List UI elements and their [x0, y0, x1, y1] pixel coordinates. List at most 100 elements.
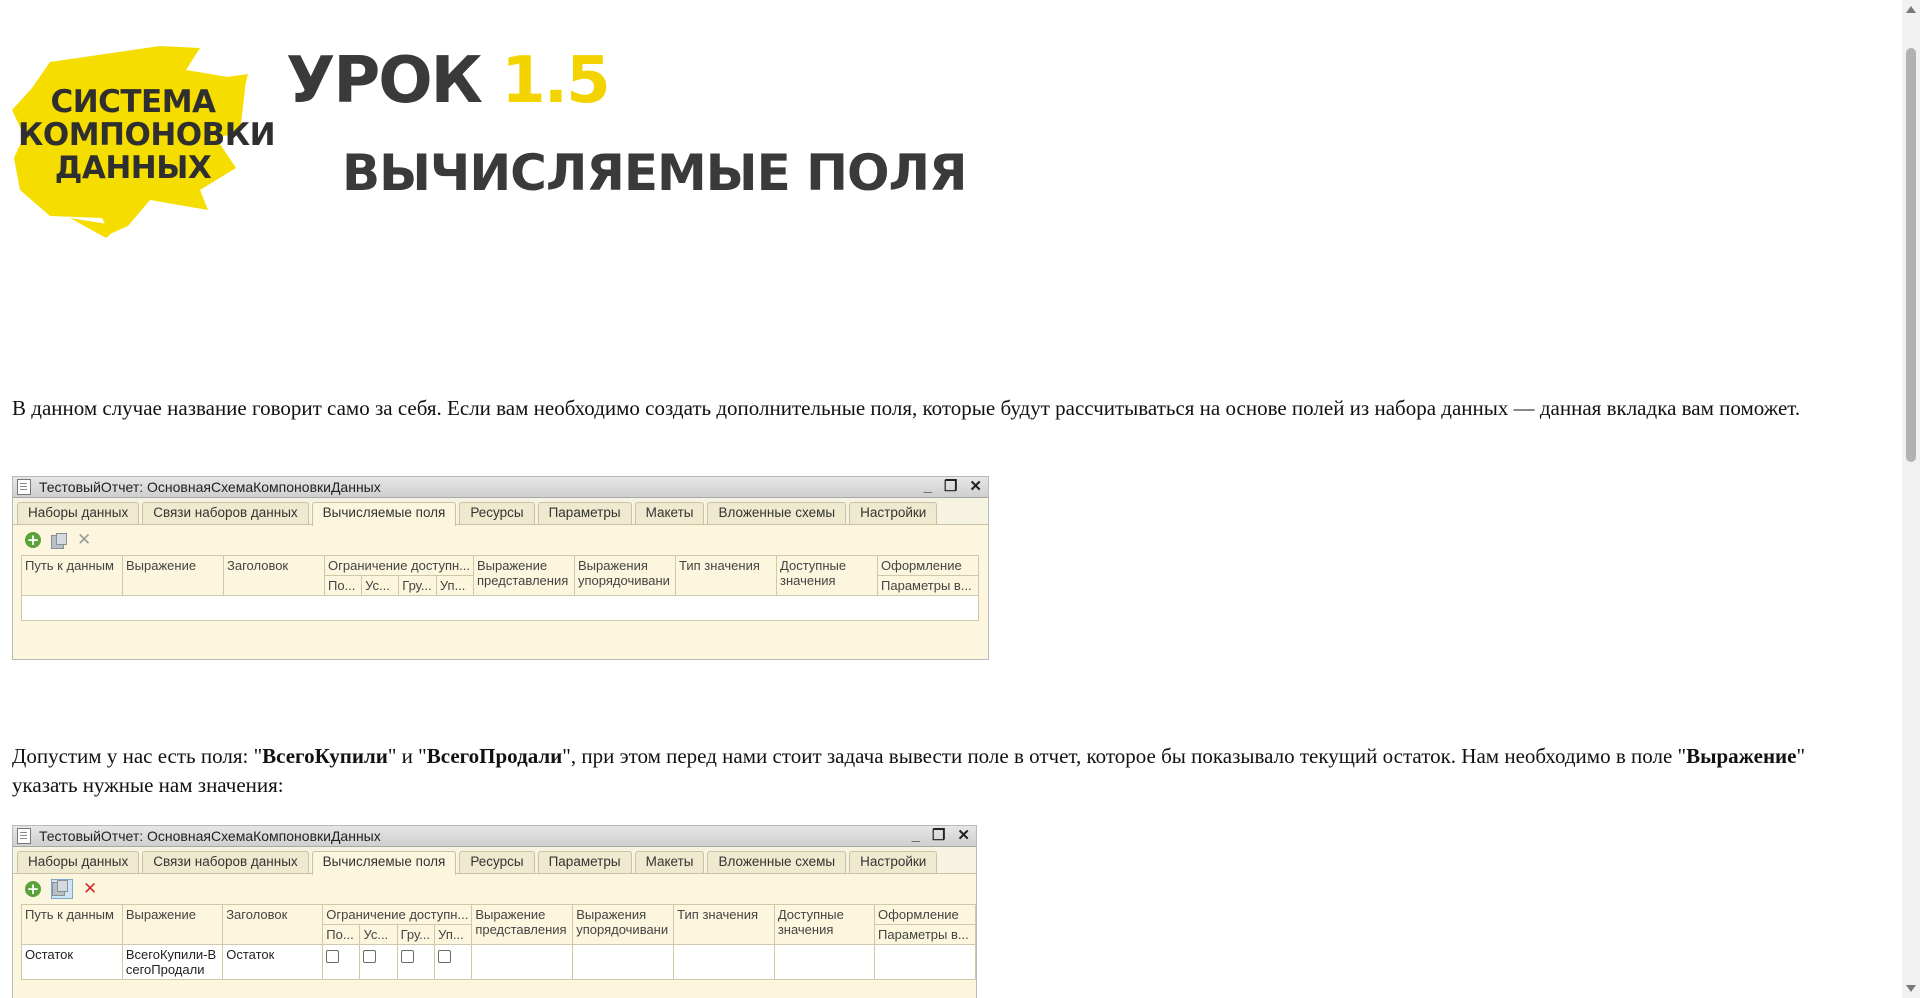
tab-templates[interactable]: Макеты: [634, 851, 705, 873]
page-scrollbar[interactable]: [1902, 0, 1920, 998]
cell-restrict-order[interactable]: [434, 944, 473, 980]
lesson-word: УРОК: [286, 44, 483, 118]
toolbar: + ✕: [13, 525, 988, 555]
col-value-type[interactable]: Тип значения: [675, 555, 778, 596]
tab-data-sets[interactable]: Наборы данных: [17, 502, 140, 524]
col-data-path[interactable]: Путь к данным: [21, 904, 123, 945]
col-order-expression[interactable]: Выражения упорядочивани: [574, 555, 677, 596]
tab-resources[interactable]: Ресурсы: [459, 851, 535, 873]
minimize-icon[interactable]: _: [912, 826, 920, 846]
checkbox[interactable]: [438, 950, 452, 963]
copy-icon[interactable]: [51, 879, 73, 899]
window-controls: _ ❐ ✕: [924, 477, 982, 497]
col-access-restriction[interactable]: Ограничение доступн...: [322, 904, 473, 925]
checkbox[interactable]: [400, 950, 414, 963]
window-title: ТестовыйОтчет: ОсновнаяСхемаКомпоновкиДа…: [39, 828, 381, 844]
scroll-up-arrow-icon[interactable]: [1906, 6, 1916, 13]
col-design-params[interactable]: Параметры в...: [874, 924, 976, 945]
col-restrict-condition[interactable]: Ус...: [361, 575, 400, 596]
course-logo: СИСТЕМА КОМПОНОВКИ ДАННЫХ: [10, 40, 276, 240]
cell-data-path[interactable]: Остаток: [21, 944, 123, 980]
close-icon[interactable]: ✕: [957, 826, 970, 846]
logo-text: СИСТЕМА КОМПОНОВКИ ДАННЫХ: [18, 84, 276, 185]
screenshot-window-empty: ТестовыйОтчет: ОсновнаяСхемаКомпоновкиДа…: [12, 476, 989, 660]
cell-presentation-expression[interactable]: [471, 944, 574, 980]
tab-templates[interactable]: Макеты: [634, 502, 705, 524]
document-icon: [17, 479, 31, 495]
cell-title[interactable]: Остаток: [222, 944, 324, 980]
col-available-values[interactable]: Доступные значения: [776, 555, 879, 596]
col-restrict-order[interactable]: Уп...: [435, 575, 475, 596]
restore-icon[interactable]: ❐: [944, 477, 957, 497]
add-icon[interactable]: +: [25, 881, 41, 897]
text-fragment: " и ": [387, 744, 427, 768]
tab-nested-schemas[interactable]: Вложенные схемы: [707, 851, 847, 873]
add-icon[interactable]: +: [25, 532, 41, 548]
scroll-down-arrow-icon[interactable]: [1906, 985, 1916, 992]
col-data-path[interactable]: Путь к данным: [21, 555, 123, 596]
col-order-expression[interactable]: Выражения упорядочивани: [572, 904, 675, 945]
checkbox[interactable]: [363, 950, 377, 963]
lesson-number: 1.5: [501, 44, 610, 118]
col-restrict-group[interactable]: Гру...: [398, 575, 437, 596]
text-fragment: ", при этом перед нами стоит задача выве…: [562, 744, 1687, 768]
paragraph-example: Допустим у нас есть поля: "ВсегоКупили" …: [12, 742, 1872, 800]
col-restrict-group[interactable]: Гру...: [396, 924, 436, 945]
scrollbar-thumb[interactable]: [1906, 48, 1916, 462]
window-titlebar: ТестовыйОтчет: ОсновнаяСхемаКомпоновкиДа…: [13, 826, 976, 847]
tab-settings[interactable]: Настройки: [849, 851, 938, 873]
tab-data-set-links[interactable]: Связи наборов данных: [142, 502, 309, 524]
col-restrict-field[interactable]: По...: [323, 575, 363, 596]
col-restrict-condition[interactable]: Ус...: [359, 924, 398, 945]
document-icon: [17, 828, 31, 844]
paragraph-intro: В данном случае название говорит само за…: [12, 396, 1801, 420]
tab-calculated-fields[interactable]: Вычисляемые поля: [311, 502, 457, 526]
field-name-expression: Выражение: [1686, 744, 1797, 768]
col-access-restriction[interactable]: Ограничение доступн...: [323, 555, 475, 576]
tab-parameters[interactable]: Параметры: [537, 851, 632, 873]
tab-bar: Наборы данных Связи наборов данных Вычис…: [13, 498, 988, 526]
screenshot-window-filled: ТестовыйОтчет: ОсновнаяСхемаКомпоновкиДа…: [12, 825, 977, 998]
table-row[interactable]: Остаток ВсегоКупили-ВсегоПродали Остаток: [21, 944, 976, 980]
col-design-params[interactable]: Параметры в...: [877, 575, 980, 596]
text-fragment: Допустим у нас есть поля: ": [12, 744, 263, 768]
cell-value-type[interactable]: [673, 944, 775, 980]
col-design[interactable]: Оформление: [877, 555, 980, 576]
col-value-type[interactable]: Тип значения: [673, 904, 775, 945]
tab-data-set-links[interactable]: Связи наборов данных: [142, 851, 309, 873]
col-restrict-field[interactable]: По...: [322, 924, 361, 945]
minimize-icon[interactable]: _: [924, 477, 932, 497]
cell-restrict-condition[interactable]: [359, 944, 398, 980]
window-title: ТестовыйОтчет: ОсновнаяСхемаКомпоновкиДа…: [39, 479, 381, 495]
logo-line-1: СИСТЕМА: [50, 84, 216, 120]
tab-parameters[interactable]: Параметры: [537, 502, 632, 524]
col-title[interactable]: Заголовок: [223, 555, 325, 596]
cell-expression[interactable]: ВсегоКупили-ВсегоПродали: [121, 944, 224, 980]
cell-restrict-group[interactable]: [396, 944, 436, 980]
calculated-fields-table: Путь к данным Выражение Заголовок Ограни…: [21, 904, 976, 980]
checkbox[interactable]: [326, 950, 340, 963]
cell-restrict-field[interactable]: [322, 944, 361, 980]
delete-icon[interactable]: ✕: [77, 532, 91, 549]
col-title[interactable]: Заголовок: [222, 904, 324, 945]
table-row-empty[interactable]: [20, 595, 980, 621]
copy-icon[interactable]: [51, 533, 67, 549]
tab-nested-schemas[interactable]: Вложенные схемы: [707, 502, 847, 524]
cell-order-expression[interactable]: [572, 944, 675, 980]
col-expression[interactable]: Выражение: [122, 555, 224, 596]
col-restrict-order[interactable]: Уп...: [434, 924, 473, 945]
col-design[interactable]: Оформление: [874, 904, 976, 925]
tab-calculated-fields[interactable]: Вычисляемые поля: [311, 851, 457, 875]
col-expression[interactable]: Выражение: [121, 904, 224, 945]
col-presentation-expression[interactable]: Выражение представления: [471, 904, 574, 945]
tab-resources[interactable]: Ресурсы: [459, 502, 535, 524]
tab-settings[interactable]: Настройки: [849, 502, 938, 524]
restore-icon[interactable]: ❐: [932, 826, 945, 846]
delete-icon[interactable]: ✕: [83, 881, 97, 898]
col-available-values[interactable]: Доступные значения: [773, 904, 876, 945]
cell-available-values[interactable]: [773, 944, 876, 980]
cell-design[interactable]: [874, 944, 976, 980]
col-presentation-expression[interactable]: Выражение представления: [473, 555, 576, 596]
close-icon[interactable]: ✕: [969, 477, 982, 497]
tab-data-sets[interactable]: Наборы данных: [17, 851, 140, 873]
